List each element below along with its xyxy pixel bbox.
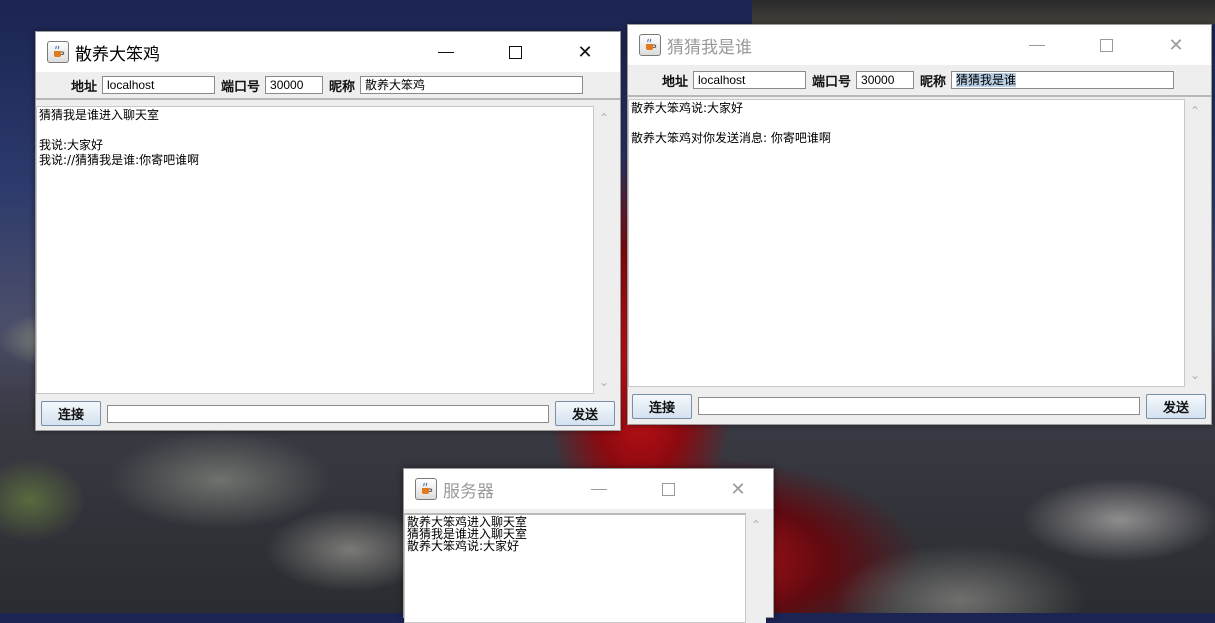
java-coffee-cup-icon xyxy=(639,34,661,56)
nickname-value: 散养大笨鸡 xyxy=(365,78,426,92)
chat-history[interactable]: 散养大笨鸡说:大家好 散养大笨鸡对你发送消息: 你寄吧谁啊 xyxy=(628,99,1185,387)
connection-toolbar: 地址 localhost 端口号 30000 昵称 散养大笨鸡 xyxy=(36,72,620,100)
address-label: 地址 xyxy=(662,74,689,90)
server-log[interactable]: 散养大笨鸡进入聊天室 猜猜我是谁进入聊天室 散养大笨鸡说:大家好 xyxy=(404,513,746,623)
port-label: 端口号 xyxy=(221,79,261,95)
maximize-icon[interactable] xyxy=(480,32,550,72)
server-window: 服务器 ✕ 散养大笨鸡进入聊天室 猜猜我是谁进入聊天室 散养大笨鸡说:大家好 ⌃ xyxy=(403,468,774,623)
chevron-up-icon[interactable]: ⌃ xyxy=(599,106,609,130)
minimize-icon[interactable] xyxy=(411,32,481,72)
nickname-field[interactable]: 散养大笨鸡 xyxy=(360,76,584,94)
java-coffee-cup-icon xyxy=(415,478,437,500)
maximize-icon[interactable] xyxy=(1071,25,1141,65)
chevron-up-icon[interactable]: ⌃ xyxy=(1190,99,1200,123)
title-bar[interactable]: 散养大笨鸡 ✕ xyxy=(36,32,620,72)
chevron-down-icon[interactable]: ⌄ xyxy=(599,370,609,394)
chat-scrollbar[interactable]: ⌃ ⌄ xyxy=(1185,99,1205,387)
chat-window-2: 猜猜我是谁 ✕ 地址 localhost 端口号 30000 昵称 猜猜我是谁 … xyxy=(627,24,1212,425)
address-field[interactable]: localhost xyxy=(693,71,807,89)
chat-history[interactable]: 猜猜我是谁进入聊天室 我说:大家好 我说://猜猜我是谁:你寄吧谁啊 xyxy=(36,106,594,394)
connect-button[interactable]: 连接 xyxy=(41,401,101,426)
window-title: 猜猜我是谁 xyxy=(667,37,752,58)
close-icon[interactable]: ✕ xyxy=(550,32,620,72)
java-coffee-cup-icon xyxy=(47,41,69,63)
port-label: 端口号 xyxy=(812,74,852,90)
port-field[interactable]: 30000 xyxy=(856,71,915,89)
window-title: 服务器 xyxy=(443,481,494,502)
address-label: 地址 xyxy=(71,79,98,95)
nickname-field[interactable]: 猜猜我是谁 xyxy=(951,71,1175,89)
maximize-icon[interactable] xyxy=(633,469,703,509)
connect-button[interactable]: 连接 xyxy=(632,394,692,419)
send-button[interactable]: 发送 xyxy=(555,401,615,426)
nickname-label: 昵称 xyxy=(920,74,947,90)
message-input[interactable] xyxy=(698,397,1140,415)
close-icon[interactable]: ✕ xyxy=(703,469,773,509)
chat-scrollbar[interactable]: ⌃ ⌄ xyxy=(594,106,614,394)
chat-window-1: 散养大笨鸡 ✕ 地址 localhost 端口号 30000 昵称 散养大笨鸡 … xyxy=(35,31,621,431)
nickname-value-selected: 猜猜我是谁 xyxy=(956,73,1017,87)
chevron-up-icon[interactable]: ⌃ xyxy=(751,513,761,537)
nickname-label: 昵称 xyxy=(329,79,356,95)
send-button[interactable]: 发送 xyxy=(1146,394,1206,419)
port-field[interactable]: 30000 xyxy=(265,76,324,94)
close-icon[interactable]: ✕ xyxy=(1141,25,1211,65)
window-title: 散养大笨鸡 xyxy=(75,44,160,65)
connection-toolbar: 地址 localhost 端口号 30000 昵称 猜猜我是谁 xyxy=(628,65,1211,97)
title-bar[interactable]: 服务器 ✕ xyxy=(404,469,773,509)
server-log-scrollbar[interactable]: ⌃ xyxy=(746,513,766,623)
minimize-icon[interactable] xyxy=(1002,25,1072,65)
minimize-icon[interactable] xyxy=(564,469,634,509)
title-bar[interactable]: 猜猜我是谁 ✕ xyxy=(628,25,1211,65)
chevron-down-icon[interactable]: ⌄ xyxy=(1190,363,1200,387)
address-field[interactable]: localhost xyxy=(102,76,216,94)
message-input[interactable] xyxy=(107,405,549,423)
background-cliff xyxy=(752,0,1215,24)
